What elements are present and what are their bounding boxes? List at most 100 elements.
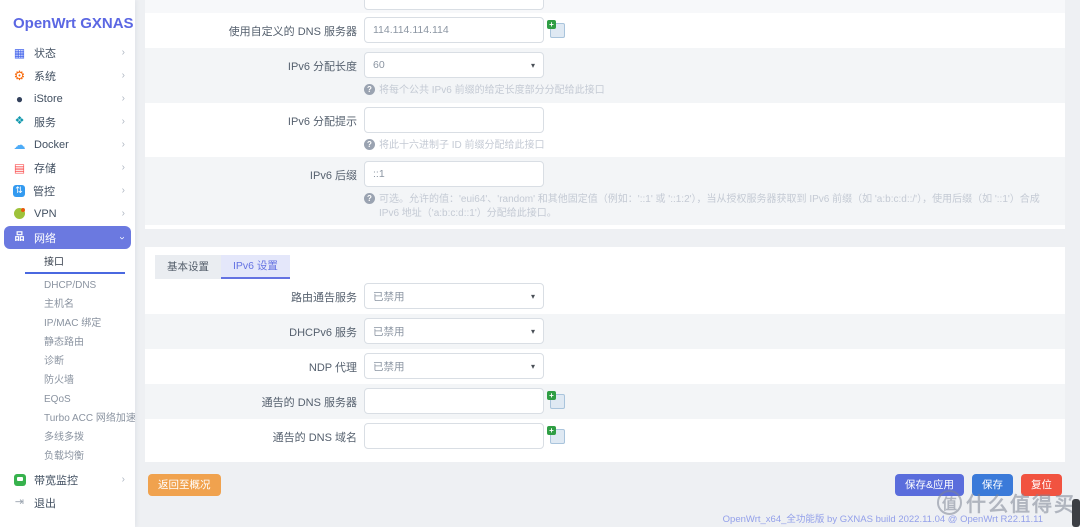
sidebar-item-label: 状态 bbox=[34, 47, 56, 60]
sidebar-item-label: 管控 bbox=[33, 185, 55, 198]
sidebar-item-label: 系统 bbox=[34, 70, 56, 83]
form-row-dhcpv6-service: DHCPv6 服务 已禁用 ▾ bbox=[145, 314, 1065, 349]
announced-dns-domains-input[interactable] bbox=[364, 423, 544, 449]
submenu-item-diagnostics[interactable]: 诊断 bbox=[0, 352, 135, 371]
sidebar: OpenWrt GXNAS ▦ 状态 › ⚙ 系统 › ● iStore › ❖… bbox=[0, 0, 135, 527]
sidebar-item-label: 网络 bbox=[34, 232, 56, 245]
form-row-ra-service: 路由通告服务 已禁用 ▾ bbox=[145, 279, 1065, 314]
help-icon: ? bbox=[364, 193, 375, 204]
add-entry-icon[interactable]: + bbox=[547, 425, 565, 444]
istore-icon: ● bbox=[15, 91, 24, 106]
chevron-right-icon: › bbox=[121, 138, 125, 150]
interface-settings-card: 使用自定义的 DNS 服务器 + IPv6 分配长度 60 ▾ ? bbox=[145, 0, 1065, 229]
clipped-row bbox=[145, 0, 1065, 13]
sidebar-item-system[interactable]: ⚙ 系统 › bbox=[0, 64, 135, 87]
help-text: 将每个公共 IPv6 前缀的给定长度部分分配给此接口 bbox=[379, 85, 605, 96]
chevron-right-icon: › bbox=[121, 92, 125, 104]
form-row-announced-dns-servers: 通告的 DNS 服务器 + bbox=[145, 384, 1065, 419]
sidebar-item-label: 服务 bbox=[34, 116, 56, 129]
database-icon: ▤ bbox=[13, 160, 26, 175]
save-apply-button[interactable]: 保存&应用 bbox=[894, 474, 964, 496]
submenu-item-ip-mac-binding[interactable]: IP/MAC 绑定 bbox=[0, 314, 135, 333]
sidebar-item-vpn[interactable]: VPN › bbox=[0, 202, 135, 225]
field-label: 通告的 DNS 服务器 bbox=[261, 397, 357, 409]
monitor-icon bbox=[13, 473, 26, 486]
chevron-right-icon: › bbox=[121, 46, 125, 58]
caret-down-icon: ▾ bbox=[530, 60, 535, 70]
ra-service-select[interactable]: 已禁用 ▾ bbox=[364, 283, 544, 309]
ndp-proxy-select[interactable]: 已禁用 ▾ bbox=[364, 353, 544, 379]
sidebar-item-logout[interactable]: ⇥ 退出 bbox=[0, 491, 135, 514]
sidebar-item-storage[interactable]: ▤ 存储 › bbox=[0, 156, 135, 179]
submenu-item-turbo-acc[interactable]: Turbo ACC 网络加速 bbox=[0, 409, 135, 428]
chevron-right-icon: › bbox=[121, 473, 125, 485]
scrollbar-thumb[interactable] bbox=[1072, 499, 1080, 527]
chevron-right-icon: › bbox=[121, 207, 125, 219]
sidebar-item-bandwidth-monitor[interactable]: 带宽监控 › bbox=[0, 468, 135, 491]
logout-icon: ⇥ bbox=[14, 496, 25, 508]
submenu-item-interfaces[interactable]: 接口 bbox=[0, 253, 135, 272]
help-text: 可选。允许的值：'eui64'、'random' 和其他固定值（例如：'::1'… bbox=[379, 194, 1040, 219]
form-row-ndp-proxy: NDP 代理 已禁用 ▾ bbox=[145, 349, 1065, 384]
help-icon: ? bbox=[364, 84, 375, 95]
logo: OpenWrt GXNAS bbox=[13, 15, 134, 32]
plus-glyph: + bbox=[547, 390, 556, 400]
form-row-ipv6-suffix: IPv6 后缀 ? 可选。允许的值：'eui64'、'random' 和其他固定… bbox=[145, 157, 1065, 225]
tab-basic-settings[interactable]: 基本设置 bbox=[155, 255, 221, 279]
status-grid-icon: ▦ bbox=[13, 45, 26, 60]
sidebar-item-control[interactable]: ⇅ 管控 › bbox=[0, 179, 135, 202]
field-help: ? 将每个公共 IPv6 前缀的给定长度部分分配给此接口 bbox=[364, 84, 605, 98]
announced-dns-servers-input[interactable] bbox=[364, 388, 544, 414]
network-sitemap-icon: 品 bbox=[14, 231, 25, 243]
submenu-item-multiwan[interactable]: 多线多拨 bbox=[0, 428, 135, 447]
sidebar-item-network[interactable]: 品 网络 › bbox=[4, 226, 131, 249]
dhcpv6-service-select[interactable]: 已禁用 ▾ bbox=[364, 318, 544, 344]
transfer-arrows-icon: ⇅ bbox=[13, 184, 25, 197]
action-bar: 返回至概况 保存&应用 保存 复位 bbox=[145, 474, 1065, 496]
help-text: 将此十六进制子 ID 前缀分配给此接口 bbox=[379, 139, 545, 151]
chevron-right-icon: › bbox=[121, 184, 125, 196]
caret-down-icon: ▾ bbox=[530, 326, 535, 336]
save-button[interactable]: 保存 bbox=[972, 474, 1013, 496]
dhcp-settings-card: 基本设置 IPv6 设置 路由通告服务 已禁用 ▾ DHCPv6 服务 已禁用 bbox=[145, 247, 1065, 462]
submenu-item-dhcp-dns[interactable]: DHCP/DNS bbox=[0, 276, 135, 295]
sidebar-item-services[interactable]: ❖ 服务 › bbox=[0, 110, 135, 133]
vpn-globe-icon bbox=[14, 208, 25, 219]
sidebar-item-label: 存储 bbox=[34, 162, 56, 175]
ipv6-assignment-length-select[interactable]: 60 ▾ bbox=[364, 52, 544, 78]
back-to-overview-button[interactable]: 返回至概况 bbox=[148, 474, 221, 496]
caret-down-icon: ▾ bbox=[530, 361, 535, 371]
field-label: NDP 代理 bbox=[308, 362, 357, 374]
sidebar-item-status[interactable]: ▦ 状态 › bbox=[0, 41, 135, 64]
sidebar-item-label: iStore bbox=[34, 92, 63, 105]
tab-ipv6-settings[interactable]: IPv6 设置 bbox=[221, 255, 290, 279]
reset-button[interactable]: 复位 bbox=[1021, 474, 1062, 496]
field-label: DHCPv6 服务 bbox=[289, 327, 357, 339]
sidebar-item-label: 带宽监控 bbox=[34, 474, 78, 487]
select-value: 已禁用 bbox=[373, 360, 405, 373]
form-row-announced-dns-domains: 通告的 DNS 域名 + bbox=[145, 419, 1065, 454]
field-label: 使用自定义的 DNS 服务器 bbox=[228, 26, 357, 38]
sidebar-item-istore[interactable]: ● iStore › bbox=[0, 87, 135, 110]
submenu-item-static-routes[interactable]: 静态路由 bbox=[0, 333, 135, 352]
custom-dns-input[interactable] bbox=[364, 17, 544, 43]
help-icon: ? bbox=[364, 138, 375, 150]
field-label: 通告的 DNS 域名 bbox=[272, 432, 357, 444]
field-label: IPv6 后缀 bbox=[309, 170, 357, 182]
gear-icon: ⚙ bbox=[13, 68, 26, 83]
add-entry-icon[interactable]: + bbox=[547, 390, 565, 409]
active-submenu-underline bbox=[25, 272, 125, 274]
ipv6-suffix-input[interactable] bbox=[364, 161, 544, 187]
submenu-item-load-balancing[interactable]: 负载均衡 bbox=[0, 447, 135, 466]
submenu-item-firewall[interactable]: 防火墙 bbox=[0, 371, 135, 390]
field-help: ? 将此十六进制子 ID 前缀分配给此接口 bbox=[364, 138, 545, 153]
submenu-item-hostnames[interactable]: 主机名 bbox=[0, 295, 135, 314]
add-entry-icon[interactable]: + bbox=[547, 19, 565, 38]
ipv6-assignment-hint-input[interactable] bbox=[364, 106, 544, 133]
select-value: 60 bbox=[373, 59, 385, 71]
submenu-item-eqos[interactable]: EQoS bbox=[0, 390, 135, 409]
form-row-ipv6-assignment-hint: IPv6 分配提示 ? 将此十六进制子 ID 前缀分配给此接口 bbox=[145, 103, 1065, 158]
services-nodes-icon: ❖ bbox=[14, 115, 25, 127]
sidebar-item-docker[interactable]: ☁ Docker › bbox=[0, 133, 135, 156]
clipped-input[interactable] bbox=[364, 0, 544, 10]
